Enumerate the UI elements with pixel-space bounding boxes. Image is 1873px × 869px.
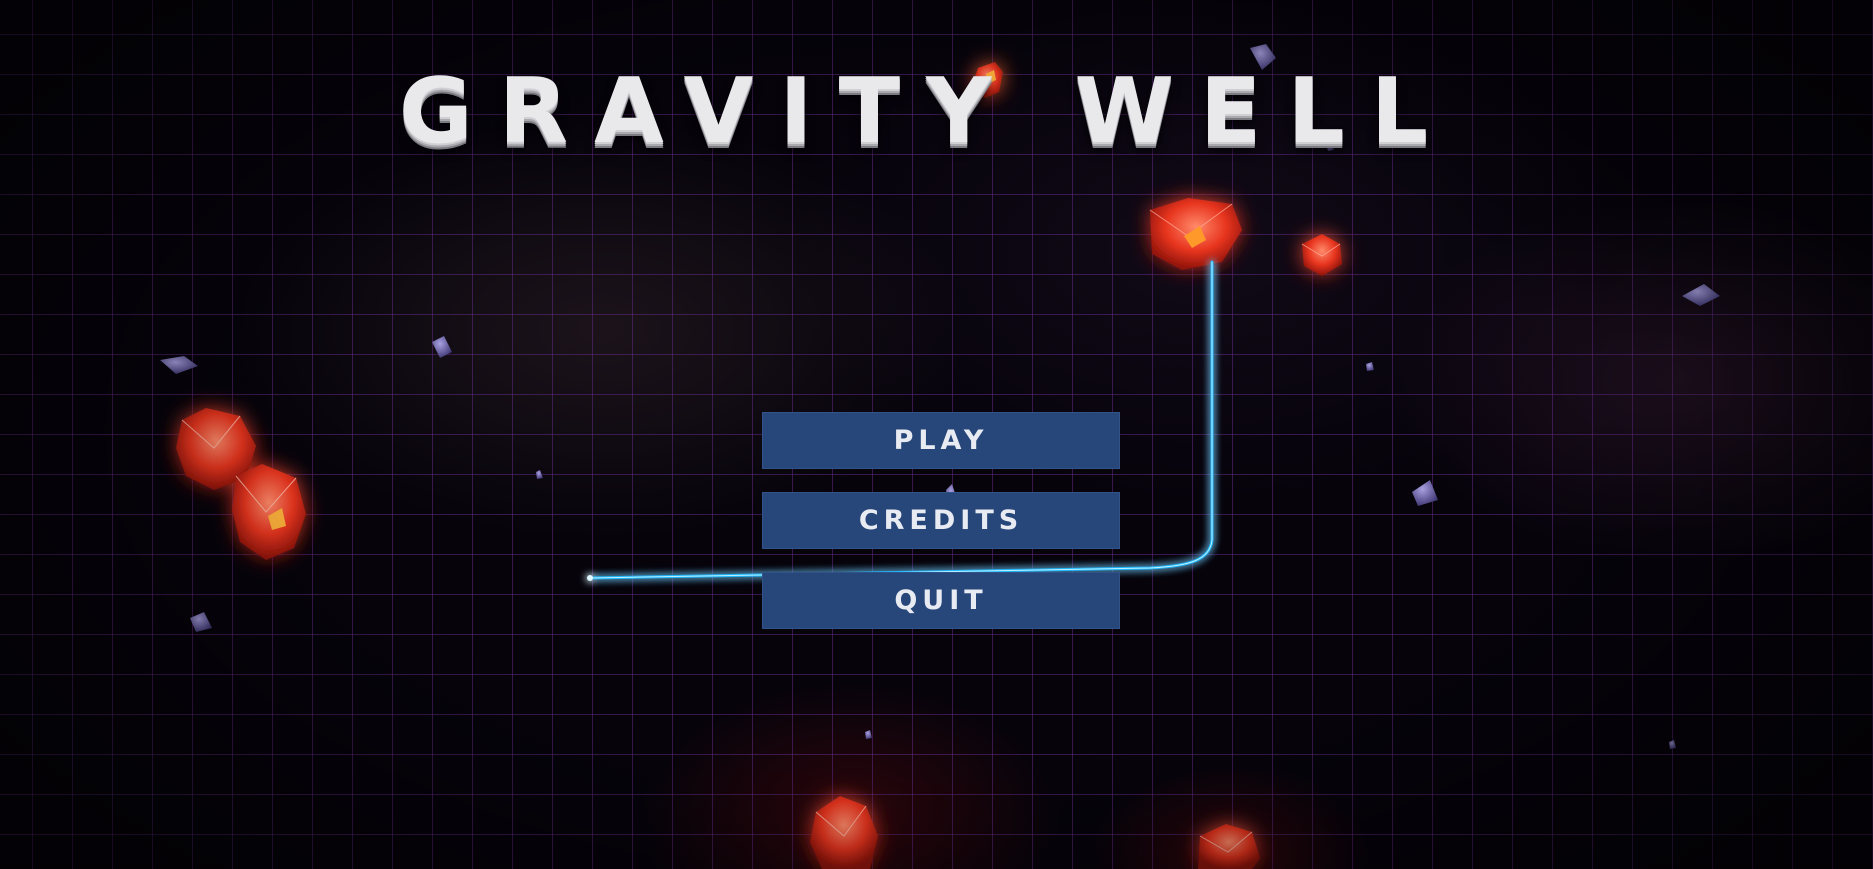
credits-button[interactable]: CREDITS bbox=[762, 492, 1120, 549]
main-menu-scene: GRAVITY WELL PLAY CREDITS QUIT bbox=[0, 0, 1873, 869]
play-button[interactable]: PLAY bbox=[762, 412, 1120, 469]
main-menu: PLAY CREDITS QUIT bbox=[762, 412, 1120, 652]
game-title: GRAVITY WELL bbox=[398, 59, 1455, 164]
quit-button[interactable]: QUIT bbox=[762, 572, 1120, 629]
